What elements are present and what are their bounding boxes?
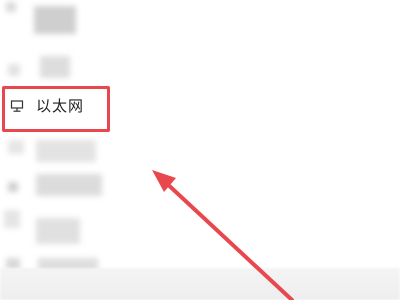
pointer-arrow	[152, 170, 294, 300]
